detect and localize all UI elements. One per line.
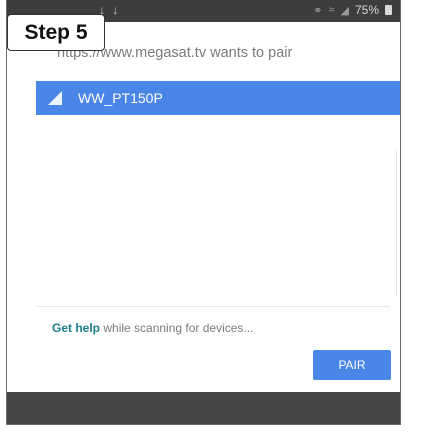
status-right: ⚭ ≈ ◢ 75% (313, 3, 392, 17)
help-line: Get help while scanning for devices... (52, 321, 253, 335)
battery-icon (385, 5, 392, 15)
device-name: WW_PT150P (78, 90, 163, 106)
phone-screen: ↓ ↓ ⚭ ≈ ◢ 75% https://www.megasat.tv wan… (6, 0, 401, 425)
divider (37, 306, 390, 307)
help-text: while scanning for devices... (100, 321, 254, 335)
device-list-item[interactable]: WW_PT150P (36, 81, 400, 115)
device-signal-icon (48, 91, 62, 105)
signal-icon: ◢ (340, 4, 349, 17)
get-help-link[interactable]: Get help (52, 321, 100, 335)
pair-button[interactable]: PAIR (313, 350, 391, 380)
link-icon: ⚭ (313, 4, 323, 17)
bottom-bar (7, 392, 400, 424)
scrollbar[interactable] (396, 150, 400, 295)
wifi-icon: ≈ (328, 4, 335, 16)
battery-percent: 75% (354, 3, 379, 17)
step-label: Step 5 (7, 14, 105, 51)
